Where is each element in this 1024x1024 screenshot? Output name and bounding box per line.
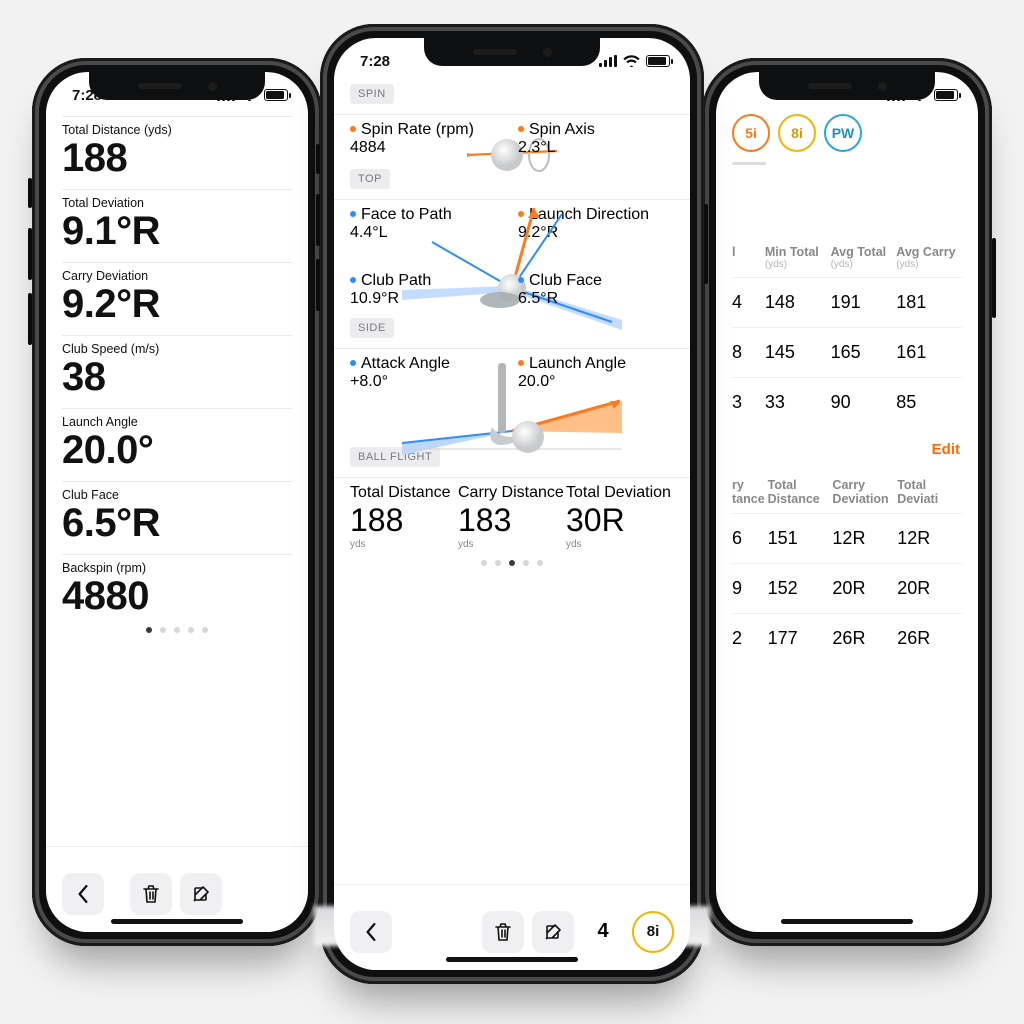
edit-link[interactable]: Edit — [732, 427, 962, 472]
club-chip-8i[interactable]: 8i — [778, 114, 816, 152]
edit-button[interactable] — [180, 873, 222, 915]
table-row[interactable]: 3 33 90 85 — [732, 377, 962, 427]
toolbar — [46, 846, 308, 932]
dot-icon — [518, 277, 524, 283]
back-button[interactable] — [62, 873, 104, 915]
dot-icon — [350, 277, 356, 283]
section-tag-side: SIDE — [350, 318, 394, 338]
home-indicator[interactable] — [111, 919, 243, 924]
trash-icon — [142, 884, 160, 904]
section-tag-spin: SPIN — [350, 84, 394, 104]
club-chip-pw[interactable]: PW — [824, 114, 862, 152]
notch — [759, 72, 935, 100]
page-dots — [62, 627, 292, 633]
club-badge[interactable]: 8i — [632, 911, 674, 953]
cell-signal-icon — [599, 55, 617, 67]
phone-center: 7:28 SPIN Spin Rate (rpm) 4884 — [320, 24, 704, 984]
back-button[interactable] — [350, 911, 392, 953]
dot-icon — [350, 211, 356, 217]
center-content: SPIN Spin Rate (rpm) 4884 — [334, 78, 690, 970]
delete-button[interactable] — [130, 873, 172, 915]
dot-icon — [518, 211, 524, 217]
wifi-icon — [623, 55, 640, 67]
home-indicator[interactable] — [446, 957, 578, 962]
club-chip-5i[interactable]: 5i — [732, 114, 770, 152]
page-dots — [350, 560, 674, 566]
section-tag-ballflight: BALL FLIGHT — [350, 447, 440, 467]
section-tag-top: TOP — [350, 169, 390, 189]
metric-value: 188 — [62, 137, 292, 179]
dot-icon — [350, 126, 356, 132]
shot-count: 4 — [582, 911, 624, 953]
dot-icon — [350, 360, 356, 366]
battery-icon — [264, 89, 288, 101]
table-row[interactable]: 9 152 20R 20R — [732, 563, 962, 613]
chevron-left-icon — [76, 885, 90, 903]
left-metrics: Total Distance (yds)188 Total Deviation9… — [46, 112, 308, 932]
toolbar: 4 8i — [334, 884, 690, 970]
notch — [89, 72, 265, 100]
phone-left: 7:28 Total Distance (yds)188 Total Devia… — [32, 58, 322, 946]
battery-icon — [934, 89, 958, 101]
stats-table-1: l Min Total(yds) Avg Total(yds) Avg Carr… — [732, 239, 962, 427]
right-content: 5i 8i PW l Min Total(yds) Avg Total(yds)… — [716, 112, 978, 932]
stats-table-2: ry tance Total Distance Carry Deviation … — [732, 472, 962, 663]
battery-icon — [646, 55, 670, 67]
table-row[interactable]: 8 145 165 161 — [732, 327, 962, 377]
chevron-left-icon — [364, 923, 378, 941]
trash-icon — [494, 922, 512, 942]
dot-icon — [518, 360, 524, 366]
table-row[interactable]: 6 151 12R 12R — [732, 513, 962, 563]
table-row[interactable]: 4 148 191 181 — [732, 277, 962, 327]
phone-right: 7:28 5i 8i PW l Min To — [702, 58, 992, 946]
compose-icon — [543, 922, 563, 942]
metric-label: Total Distance (yds) — [62, 123, 292, 137]
status-time: 7:28 — [360, 53, 390, 70]
table-row[interactable]: 2 177 26R 26R — [732, 613, 962, 663]
delete-button[interactable] — [482, 911, 524, 953]
dot-icon — [518, 126, 524, 132]
notch — [424, 38, 600, 66]
compose-icon — [191, 884, 211, 904]
edit-button[interactable] — [532, 911, 574, 953]
home-indicator[interactable] — [781, 919, 913, 924]
